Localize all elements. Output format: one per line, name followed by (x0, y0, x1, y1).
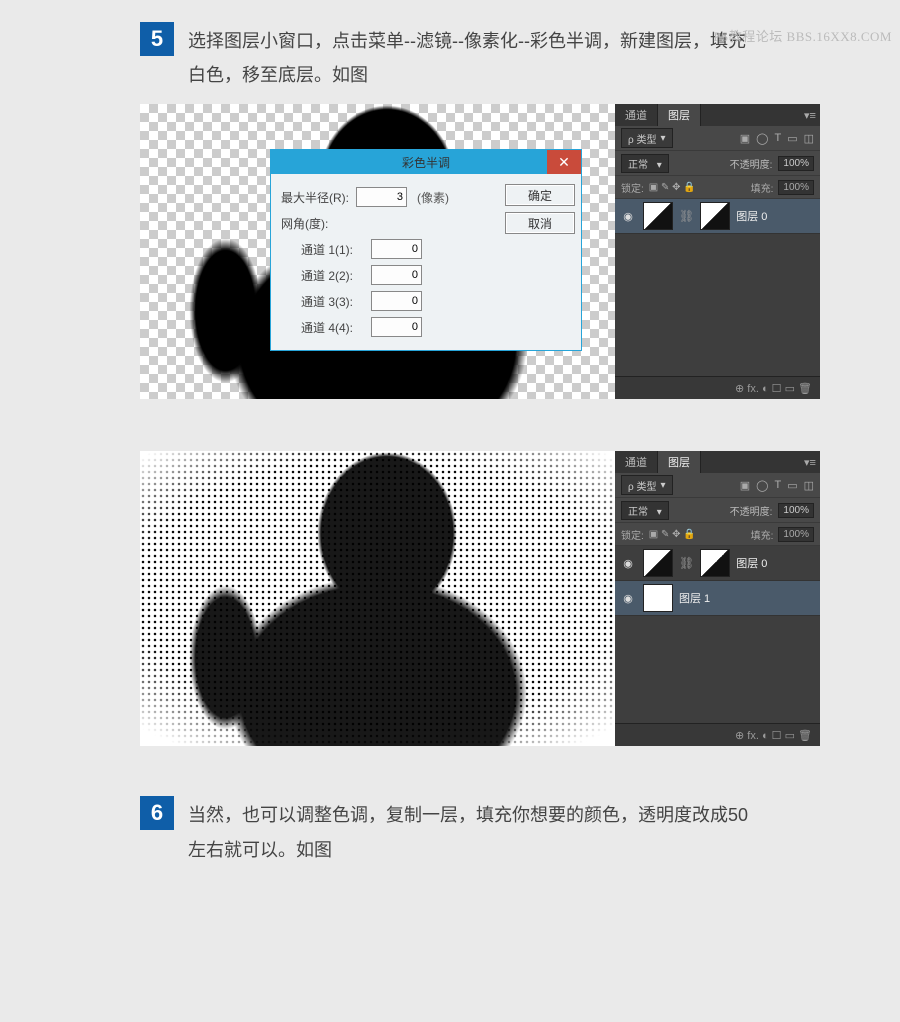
layer-name-1[interactable]: 图层 1 (679, 590, 710, 606)
layer-thumbnail[interactable] (643, 202, 673, 230)
screenshot-1: 彩色半调 ✕ 最大半径(R): (像素) 网角(度): (140, 104, 820, 399)
opacity-label: 不透明度: (730, 503, 773, 518)
grid-angle-label: 网角(度): (281, 215, 356, 232)
canvas-area-2 (140, 451, 615, 746)
filter-text-icon[interactable]: T (774, 132, 781, 145)
panel-footer: ⊕ fx. ◐ ☐ ▭ 🗑 (615, 376, 820, 399)
opacity-value[interactable]: 100% (778, 503, 814, 518)
max-radius-label: 最大半径(R): (281, 189, 356, 206)
kind-label: ρ 类型 (628, 478, 656, 493)
layer-name-0[interactable]: 图层 0 (736, 208, 767, 224)
dialog-title-text: 彩色半调 (402, 154, 450, 171)
filter-text-icon[interactable]: T (774, 479, 781, 492)
fill-value[interactable]: 100% (778, 180, 814, 195)
step-5-number: 5 (140, 22, 174, 56)
canvas-area-1: 彩色半调 ✕ 最大半径(R): (像素) 网角(度): (140, 104, 615, 399)
dialog-titlebar[interactable]: 彩色半调 ✕ (271, 150, 581, 174)
layers-panel-1: 通道 图层 ▾≡ ρ 类型 ▾ ▣ ◯ T ▭ ◫ (615, 104, 820, 399)
unit-label: (像素) (417, 189, 449, 206)
channel-2-input[interactable] (371, 265, 422, 285)
filter-adjust-icon[interactable]: ◯ (756, 479, 768, 492)
fill-label: 填充: (751, 180, 774, 195)
panel-menu-icon[interactable]: ▾≡ (800, 104, 820, 126)
opacity-value[interactable]: 100% (778, 156, 814, 171)
tab-layers[interactable]: 图层 (658, 104, 701, 126)
chevron-down-icon: ▾ (660, 133, 665, 144)
tab-layers[interactable]: 图层 (658, 451, 701, 473)
layer-mask-thumbnail[interactable] (700, 202, 730, 230)
step-6-number: 6 (140, 796, 174, 830)
chevron-down-icon: ▾ (657, 507, 662, 518)
max-radius-input[interactable] (356, 187, 407, 207)
lock-label: 锁定: (621, 527, 644, 542)
layers-panel-2: 通道 图层 ▾≡ ρ 类型 ▾ ▣ ◯ T ▭ ◫ (615, 451, 820, 746)
layer-mask-thumbnail[interactable] (700, 549, 730, 577)
panel-footer: ⊕ fx. ◐ ☐ ▭ 🗑 (615, 723, 820, 746)
tab-channels[interactable]: 通道 (615, 104, 658, 126)
person-silhouette (140, 451, 615, 746)
layer-name-0[interactable]: 图层 0 (736, 555, 767, 571)
tab-channels[interactable]: 通道 (615, 451, 658, 473)
kind-label: ρ 类型 (628, 131, 656, 146)
filter-image-icon[interactable]: ▣ (740, 132, 750, 145)
filter-kind-dropdown[interactable]: ρ 类型 ▾ (621, 128, 673, 148)
visibility-toggle[interactable]: ◉ (619, 557, 637, 570)
blend-mode-label: 正常 (628, 507, 648, 518)
step-5-text: 选择图层小窗口，点击菜单--滤镜--像素化--彩色半调，新建图层，填充白色，移至… (188, 22, 760, 92)
link-icon: ⛓ (679, 209, 694, 223)
channel-1-input[interactable] (371, 239, 422, 259)
channel-4-input[interactable] (371, 317, 422, 337)
lock-icons[interactable]: ▣ ✎ ✥ 🔒 (649, 529, 696, 540)
watermark: PS教程论坛 BBS.16XX8.COM (713, 26, 892, 45)
ok-button[interactable]: 确定 (505, 184, 575, 206)
filter-image-icon[interactable]: ▣ (740, 479, 750, 492)
layer-thumbnail[interactable] (643, 584, 673, 612)
lock-icons[interactable]: ▣ ✎ ✥ 🔒 (649, 182, 696, 193)
filter-shape-icon[interactable]: ▭ (787, 479, 797, 492)
layer-row-0[interactable]: ◉ ⛓ 图层 0 (615, 546, 820, 581)
fill-value[interactable]: 100% (778, 527, 814, 542)
close-icon: ✕ (558, 154, 570, 171)
step-6-text: 当然，也可以调整色调，复制一层，填充你想要的颜色，透明度改成50左右就可以。如图 (188, 796, 760, 866)
blend-mode-label: 正常 (628, 160, 648, 171)
filter-kind-dropdown[interactable]: ρ 类型 ▾ (621, 475, 673, 495)
fill-label: 填充: (751, 527, 774, 542)
channel-2-label: 通道 2(2): (295, 267, 371, 284)
color-halftone-dialog: 彩色半调 ✕ 最大半径(R): (像素) 网角(度): (270, 149, 582, 351)
layer-row-1[interactable]: ◉ 图层 1 (615, 581, 820, 616)
blend-mode-dropdown[interactable]: 正常 ▾ (621, 154, 669, 173)
screenshot-2: 通道 图层 ▾≡ ρ 类型 ▾ ▣ ◯ T ▭ ◫ (140, 451, 820, 746)
layer-thumbnail[interactable] (643, 549, 673, 577)
lock-label: 锁定: (621, 180, 644, 195)
layer-row-0[interactable]: ◉ ⛓ 图层 0 (615, 199, 820, 234)
footer-icons[interactable]: ⊕ fx. ◐ ☐ ▭ 🗑 (735, 382, 812, 395)
step-6: 6 当然，也可以调整色调，复制一层，填充你想要的颜色，透明度改成50左右就可以。… (0, 796, 900, 866)
channel-3-label: 通道 3(3): (295, 293, 371, 310)
filter-smart-icon[interactable]: ◫ (804, 132, 814, 145)
filter-adjust-icon[interactable]: ◯ (756, 132, 768, 145)
chevron-down-icon: ▾ (657, 160, 662, 171)
footer-icons[interactable]: ⊕ fx. ◐ ☐ ▭ 🗑 (735, 729, 812, 742)
visibility-toggle[interactable]: ◉ (619, 210, 637, 223)
link-icon: ⛓ (679, 556, 694, 570)
channel-3-input[interactable] (371, 291, 422, 311)
panel-menu-icon[interactable]: ▾≡ (800, 451, 820, 473)
cancel-button[interactable]: 取消 (505, 212, 575, 234)
filter-shape-icon[interactable]: ▭ (787, 132, 797, 145)
opacity-label: 不透明度: (730, 156, 773, 171)
chevron-down-icon: ▾ (660, 480, 665, 491)
channel-1-label: 通道 1(1): (295, 241, 371, 258)
visibility-toggle[interactable]: ◉ (619, 592, 637, 605)
filter-smart-icon[interactable]: ◫ (804, 479, 814, 492)
channel-4-label: 通道 4(4): (295, 319, 371, 336)
dialog-close-button[interactable]: ✕ (547, 150, 581, 174)
step-5: 5 选择图层小窗口，点击菜单--滤镜--像素化--彩色半调，新建图层，填充白色，… (0, 22, 900, 746)
blend-mode-dropdown[interactable]: 正常 ▾ (621, 501, 669, 520)
